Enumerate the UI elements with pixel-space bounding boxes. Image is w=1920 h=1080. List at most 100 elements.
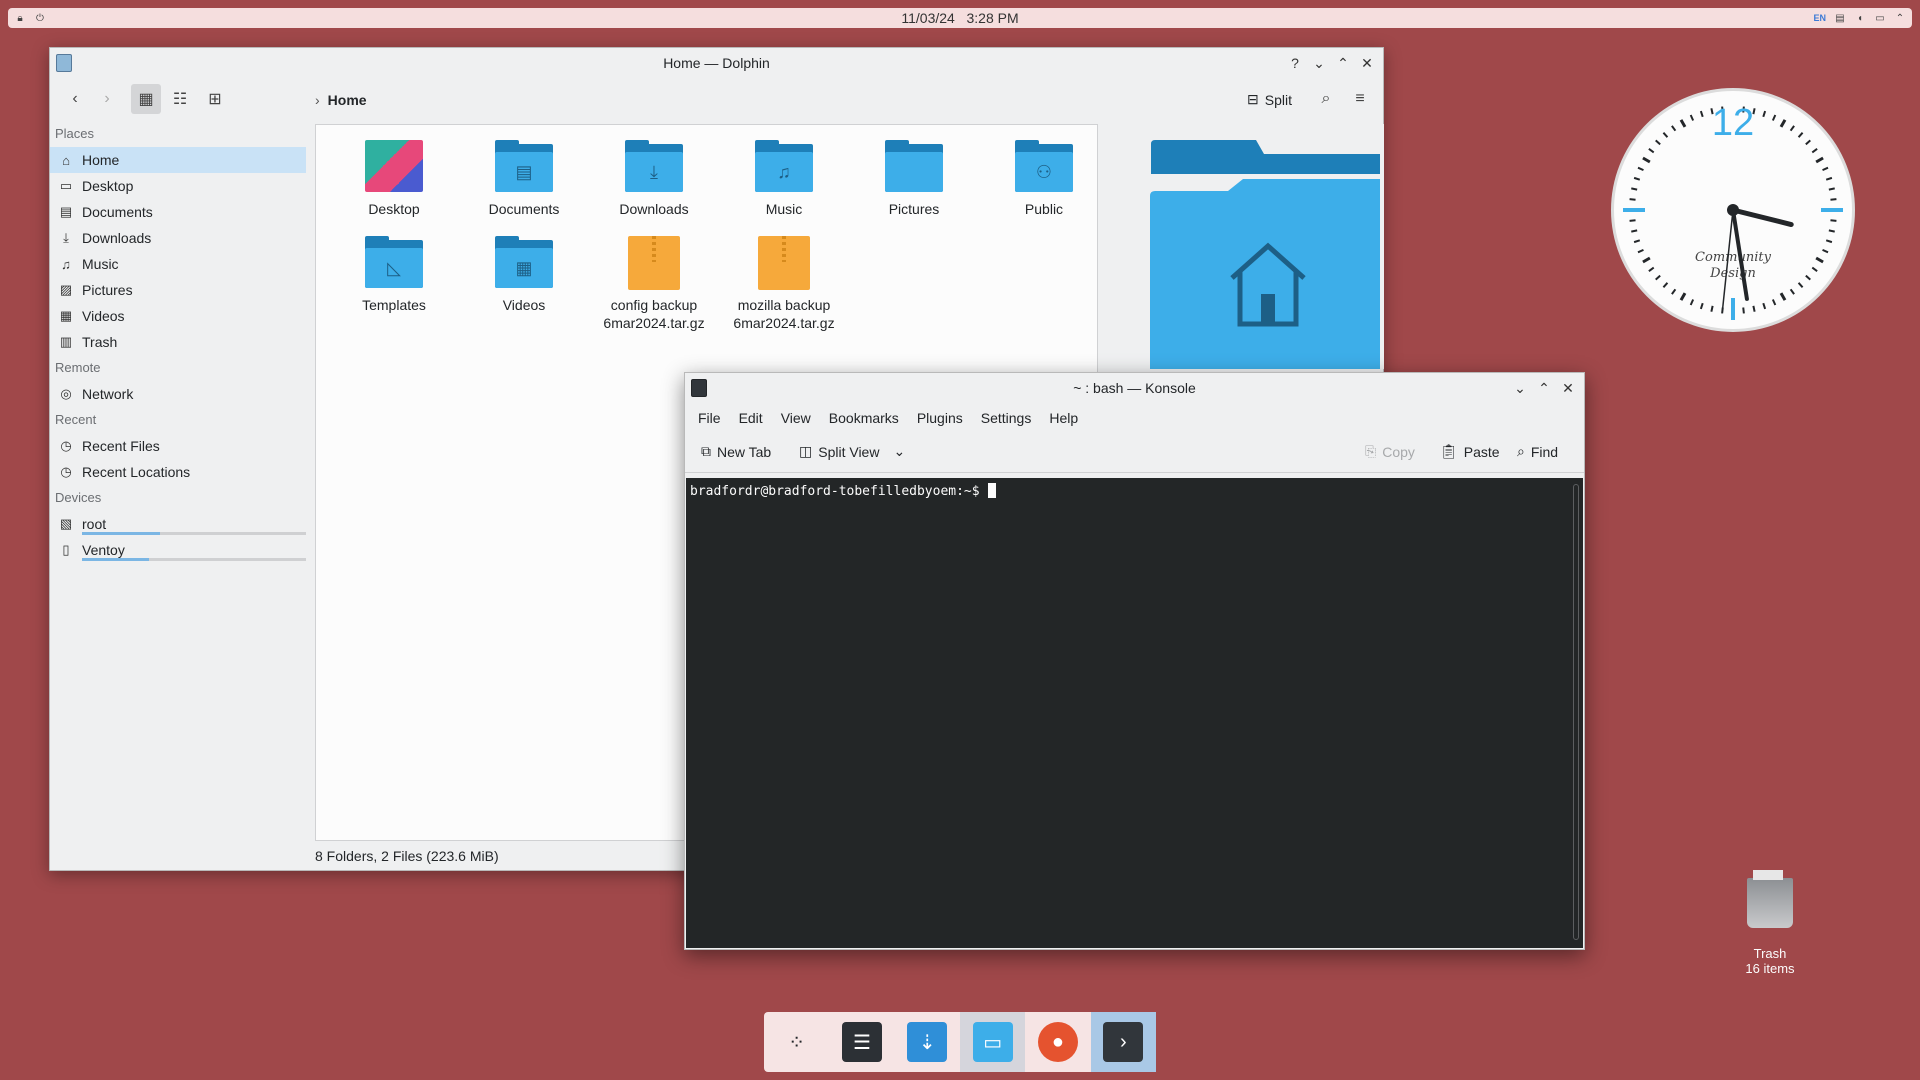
keyboard-layout-indicator[interactable]: EN: [1813, 13, 1826, 23]
forward-button[interactable]: ›: [92, 84, 122, 114]
information-panel: [1148, 124, 1384, 369]
back-button[interactable]: ‹: [60, 84, 90, 114]
taskbar-app-launcher-button[interactable]: ⁘: [764, 1012, 829, 1072]
menu-help[interactable]: Help: [1040, 410, 1087, 426]
find-button[interactable]: ⌕ Find: [1517, 443, 1558, 460]
panel-time: 3:28 PM: [966, 10, 1019, 26]
section-title-recent: Recent: [55, 412, 97, 427]
breadcrumb-home[interactable]: Home: [328, 92, 367, 108]
clipboard-icon[interactable]: ▤: [1834, 12, 1846, 24]
analog-clock-widget[interactable]: 12 Community Design: [1611, 88, 1855, 332]
clock-tick: [1671, 288, 1677, 295]
breadcrumb[interactable]: › Home: [315, 92, 367, 108]
close-button[interactable]: ✕: [1357, 53, 1377, 73]
dolphin-app-icon[interactable]: [56, 54, 72, 72]
dolphin-files-icon: ▭: [972, 1022, 1013, 1062]
desktop-trash[interactable]: Trash 16 items: [1725, 870, 1815, 976]
file-item-mozilla[interactable]: mozilla backup 6mar2024.tar.gz: [724, 236, 844, 332]
sidebar-item-label: Network: [82, 386, 134, 402]
menu-plugins[interactable]: Plugins: [908, 410, 972, 426]
tray-expand-icon[interactable]: ⌃: [1894, 12, 1906, 24]
menu-view[interactable]: View: [772, 410, 820, 426]
taskbar-system-settings-button[interactable]: ☰: [829, 1012, 894, 1072]
minimize-button[interactable]: ⌄: [1309, 53, 1329, 73]
sidebar-item-root[interactable]: ▧ root: [50, 511, 312, 537]
sidebar-item-home[interactable]: ⌂ Home: [50, 147, 306, 173]
clock-tick: [1631, 187, 1638, 191]
taskbar-konsole-button[interactable]: ›: [1090, 1012, 1156, 1072]
status-bar-text: 8 Folders, 2 Files (223.6 MiB): [315, 848, 499, 864]
copy-button[interactable]: ⎘ Copy: [1365, 443, 1415, 460]
close-button[interactable]: ✕: [1558, 378, 1578, 398]
sidebar-item-recent-locations[interactable]: ◷ Recent Locations: [50, 459, 312, 485]
clock-tick: [1779, 292, 1787, 301]
maximize-button[interactable]: ⌃: [1534, 378, 1554, 398]
help-button[interactable]: ?: [1285, 53, 1305, 73]
clock-brand-line1: Community: [1695, 250, 1772, 265]
sidebar-item-recent-files[interactable]: ◷ Recent Files: [50, 433, 312, 459]
search-button[interactable]: ⌕: [1311, 84, 1341, 114]
documents-folder-icon: ▤: [494, 140, 554, 194]
panel-clock[interactable]: 11/03/24 3:28 PM: [8, 10, 1912, 26]
icons-view-button[interactable]: ▦: [131, 84, 161, 114]
menu-file[interactable]: File: [689, 410, 730, 426]
taskbar-firefox-button[interactable]: ●: [1025, 1012, 1090, 1072]
menu-settings[interactable]: Settings: [972, 410, 1041, 426]
chevron-down-icon: ⌄: [893, 443, 906, 459]
file-item-documents[interactable]: ▤ Documents: [464, 140, 584, 218]
compact-view-icon: ☷: [172, 91, 188, 108]
menu-bookmarks[interactable]: Bookmarks: [820, 410, 908, 426]
sidebar-item-trash[interactable]: ▥ Trash: [50, 329, 312, 355]
taskbar-dolphin-files-button[interactable]: ▭: [959, 1012, 1026, 1072]
sidebar-item-network[interactable]: ◎ Network: [50, 381, 312, 407]
terminal-area[interactable]: bradfordr@bradford-tobefilledbyoem:~$: [686, 478, 1583, 948]
downloads-icon: ⤓: [63, 230, 69, 245]
sidebar-item-music[interactable]: ♫ Music: [50, 251, 312, 277]
konsole-app-icon[interactable]: [691, 379, 707, 397]
file-item-downloads[interactable]: ⤓ Downloads: [594, 140, 714, 218]
maximize-button[interactable]: ⌃: [1333, 53, 1353, 73]
new-tab-button[interactable]: ⧉ New Tab: [701, 443, 771, 460]
clock-tick: [1828, 187, 1835, 191]
network-icon[interactable]: ▭: [1874, 12, 1886, 24]
details-view-button[interactable]: ⊞: [200, 84, 230, 114]
paste-icon: 📋︎: [1440, 443, 1458, 459]
usb-drive-icon: ▯: [62, 542, 70, 557]
file-item-pictures[interactable]: Pictures: [854, 140, 974, 218]
minimize-button[interactable]: ⌄: [1510, 378, 1530, 398]
power-icon[interactable]: ⏻: [34, 12, 46, 24]
split-button[interactable]: ⊟ Split: [1247, 91, 1292, 108]
file-item-desktop[interactable]: Desktop: [334, 140, 454, 218]
file-item-music[interactable]: ♫ Music: [724, 140, 844, 218]
sidebar-item-ventoy[interactable]: ▯ Ventoy: [50, 537, 312, 563]
sidebar-item-label: Desktop: [82, 178, 134, 194]
sidebar-item-videos[interactable]: ▦ Videos: [50, 303, 312, 329]
public-folder-icon: ⚇: [1014, 140, 1074, 194]
terminal-cursor: [987, 483, 996, 498]
sidebar-item-pictures[interactable]: ▨ Pictures: [50, 277, 312, 303]
sidebar-item-documents[interactable]: ▤ Documents: [50, 199, 312, 225]
clock-tick: [1822, 166, 1829, 172]
hamburger-menu-button[interactable]: ≡: [1345, 84, 1375, 114]
lock-icon[interactable]: 🔒︎: [14, 12, 26, 24]
sidebar-item-downloads[interactable]: ⤓ Downloads: [50, 225, 312, 251]
file-label: Public: [1024, 201, 1064, 217]
compact-view-button[interactable]: ☷: [165, 84, 195, 114]
paste-button[interactable]: 📋︎ Paste: [1440, 443, 1500, 460]
section-title-places: Places: [55, 126, 95, 141]
terminal-scrollbar[interactable]: [1573, 484, 1579, 940]
clock-tick: [1679, 119, 1687, 128]
menu-edit[interactable]: Edit: [730, 410, 772, 426]
konsole-titlebar[interactable]: ~ : bash — Konsole ⌄ ⌃ ✕: [685, 373, 1584, 403]
volume-icon[interactable]: ◖: [1854, 12, 1866, 24]
file-item-templates[interactable]: ◺ Templates: [334, 236, 454, 314]
taskbar-discover-store-button[interactable]: ⇣: [895, 1012, 960, 1072]
file-item-public[interactable]: ⚇ Public: [984, 140, 1104, 218]
file-item-config[interactable]: config backup 6mar2024.tar.gz: [594, 236, 714, 332]
dolphin-titlebar[interactable]: Home — Dolphin ? ⌄ ⌃ ✕: [50, 48, 1383, 78]
sidebar-item-desktop[interactable]: ▭ Desktop: [50, 173, 312, 199]
split-view-button[interactable]: ◫ Split View ⌄: [799, 443, 905, 460]
discover-store-icon: ⇣: [907, 1022, 948, 1062]
clock-tick: [1689, 114, 1695, 121]
file-item-videos[interactable]: ▦ Videos: [464, 236, 584, 314]
